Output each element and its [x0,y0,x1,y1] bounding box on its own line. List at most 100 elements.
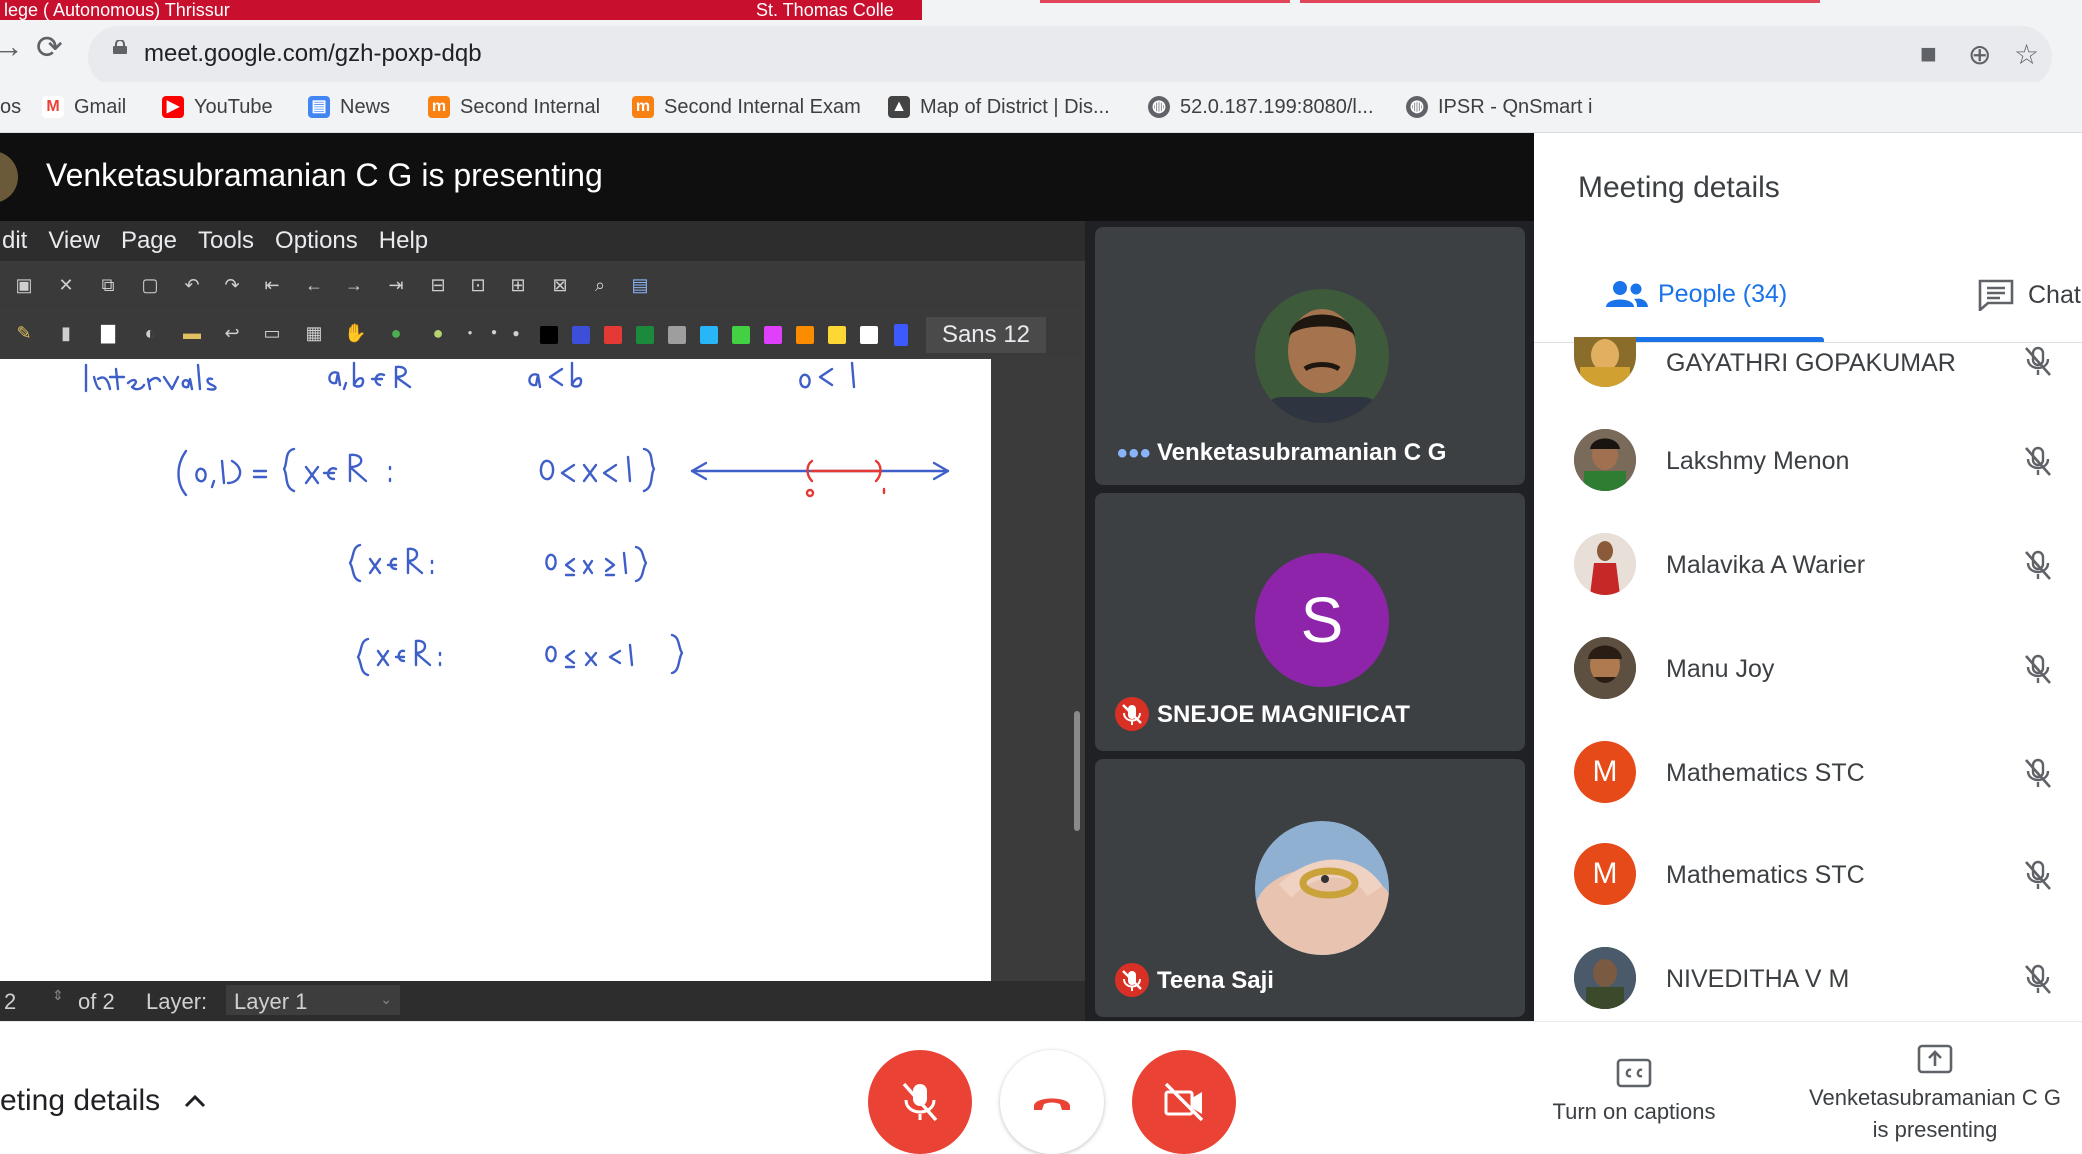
menu-edit[interactable]: dit [2,227,27,255]
next-page-icon[interactable]: → [344,275,364,295]
medium-dot-icon[interactable]: ● [484,323,504,343]
camera-toggle-button[interactable] [1132,1050,1236,1154]
pen-icon[interactable]: ✎ [14,323,34,343]
color-green[interactable] [636,326,654,344]
copy-icon[interactable]: ⧉ [98,275,118,295]
color-picker[interactable] [894,324,908,346]
color-light-green[interactable] [732,326,750,344]
thin-dot-icon[interactable]: ● [460,323,480,343]
first-page-icon[interactable]: ⇤ [262,275,282,295]
last-page-icon[interactable]: ⇥ [386,275,406,295]
text-icon[interactable]: ◐ [140,323,160,343]
default-pen-icon[interactable]: ● [386,323,406,343]
captions-button[interactable]: Turn on captions [1536,1058,1732,1128]
leave-call-button[interactable] [1000,1050,1104,1154]
ruler-icon[interactable]: ↩ [222,323,242,343]
tab-people[interactable]: People (34) [1604,279,1787,309]
menu-view[interactable]: View [48,227,100,255]
bookmark-second-internal-exam[interactable]: m Second Internal Exam [632,90,861,124]
thick-dot-icon[interactable]: ● [506,323,526,343]
participant-row[interactable]: NIVEDITHA V M [1574,947,2074,1011]
mic-off-icon[interactable] [2020,547,2056,583]
select-rect-icon[interactable]: ▭ [262,323,282,343]
chevron-down-icon: ⌄ [380,991,392,1007]
bookmark-apps-cut[interactable]: os [0,90,21,124]
zoom-normal-icon[interactable]: ⊡ [468,275,488,295]
participant-row[interactable]: Manu Joy [1574,637,2074,701]
cut-icon[interactable]: ✕ [56,275,76,295]
color-orange[interactable] [796,326,814,344]
color-black[interactable] [540,326,558,344]
mic-off-icon[interactable] [2020,343,2056,379]
active-tab[interactable]: lege ( Autonomous) Thrissur St. Thomas C… [0,0,922,20]
url-text[interactable]: meet.google.com/gzh-poxp-dqb [144,40,482,68]
menu-page[interactable]: Page [121,227,177,255]
menu-tools[interactable]: Tools [198,227,254,255]
mic-toggle-button[interactable] [868,1050,972,1154]
tab-chat[interactable]: Chat [1978,279,2081,311]
page-width-icon[interactable]: ⊠ [550,275,570,295]
xournal-toolbar-main: ▣ ✕ ⧉ ▢ ↶ ↷ ⇤ ← → ⇥ ⊟ ⊡ ⊞ ⊠ ⌕ ▤ [0,265,1085,309]
vertical-scrollbar[interactable] [1074,711,1080,831]
reload-icon[interactable]: ⟳ [36,28,63,66]
font-selector[interactable]: Sans 12 [926,317,1046,353]
mic-off-icon[interactable] [2020,857,2056,893]
bookmark-gmail[interactable]: M Gmail [42,90,126,124]
presentation-button[interactable]: Venketasubramanian C G is presenting [1788,1044,2082,1146]
menu-help[interactable]: Help [379,227,428,255]
participant-row[interactable]: Lakshmy Menon [1574,429,2074,493]
bookmark-ip-address[interactable]: ◍ 52.0.187.199:8080/l... [1148,90,1374,124]
meeting-details-button[interactable]: eting details [0,1084,206,1118]
prev-page-icon[interactable]: ← [304,275,324,295]
page-spinner-icon[interactable]: ⇕ [52,987,64,1004]
shape-icon[interactable]: ▬ [182,323,202,343]
zoom-in-icon[interactable]: ⊞ [508,275,528,295]
camera-icon[interactable]: ■ [1920,38,1937,70]
undo-icon[interactable]: ↶ [182,275,202,295]
participant-tile-teena[interactable]: Teena Saji [1095,759,1525,1017]
color-white[interactable] [860,326,878,344]
forward-icon[interactable]: → [0,28,24,65]
participant-row[interactable]: M Mathematics STC [1574,843,2074,907]
highlighter-icon[interactable]: ▇ [98,323,118,343]
zoom-icon[interactable]: ⊕ [1968,38,1991,71]
hand-icon[interactable]: ✋ [344,323,366,343]
participant-tile-presenter[interactable]: ••• Venketasubramanian C G [1095,227,1525,485]
print-icon[interactable]: ▣ [14,275,34,295]
url-bar[interactable]: meet.google.com/gzh-poxp-dqb ■ ⊕ ☆ [88,26,2052,88]
bookmark-star-icon[interactable]: ☆ [2014,38,2039,71]
participant-row[interactable]: Malavika A Warier [1574,533,2074,597]
select-region-icon[interactable]: ▦ [304,323,324,343]
participant-row[interactable]: M Mathematics STC [1574,741,2074,805]
eraser-icon[interactable]: ▮ [56,323,76,343]
bookmark-youtube[interactable]: ▶ YouTube [162,90,273,124]
color-light-blue[interactable] [700,326,718,344]
fullscreen-icon[interactable]: ▤ [630,275,650,295]
page-number[interactable]: 2 [4,989,16,1015]
participant-row[interactable]: GAYATHRI GOPAKUMAR [1574,337,2074,403]
menu-options[interactable]: Options [275,227,358,255]
layer-select[interactable]: Layer 1 ⌄ [226,985,400,1015]
color-red[interactable] [604,326,622,344]
redo-icon[interactable]: ↷ [222,275,242,295]
mic-off-icon[interactable] [2020,755,2056,791]
bookmark-map-of-district[interactable]: ▲ Map of District | Dis... [888,90,1110,124]
mic-off-icon[interactable] [2020,443,2056,479]
paste-icon[interactable]: ▢ [140,275,160,295]
notebook-page[interactable] [0,359,991,981]
presenter-avatar [0,151,18,203]
mic-off-icon[interactable] [2020,651,2056,687]
color-gray[interactable] [668,326,686,344]
search-icon[interactable]: ⌕ [590,275,610,295]
bookmark-news[interactable]: ▤ News [308,90,390,124]
chevron-up-icon [185,1094,206,1108]
mic-off-icon[interactable] [2020,961,2056,997]
color-yellow[interactable] [828,326,846,344]
bookmark-ipsr[interactable]: ◍ IPSR - QnSmart i [1406,90,1592,124]
participant-tile-snejoe[interactable]: S SNEJOE MAGNIFICAT [1095,493,1525,751]
zoom-out-icon[interactable]: ⊟ [428,275,448,295]
default-eraser-icon[interactable]: ● [428,323,448,343]
color-magenta[interactable] [764,326,782,344]
bookmark-second-internal[interactable]: m Second Internal [428,90,600,124]
color-blue[interactable] [572,326,590,344]
